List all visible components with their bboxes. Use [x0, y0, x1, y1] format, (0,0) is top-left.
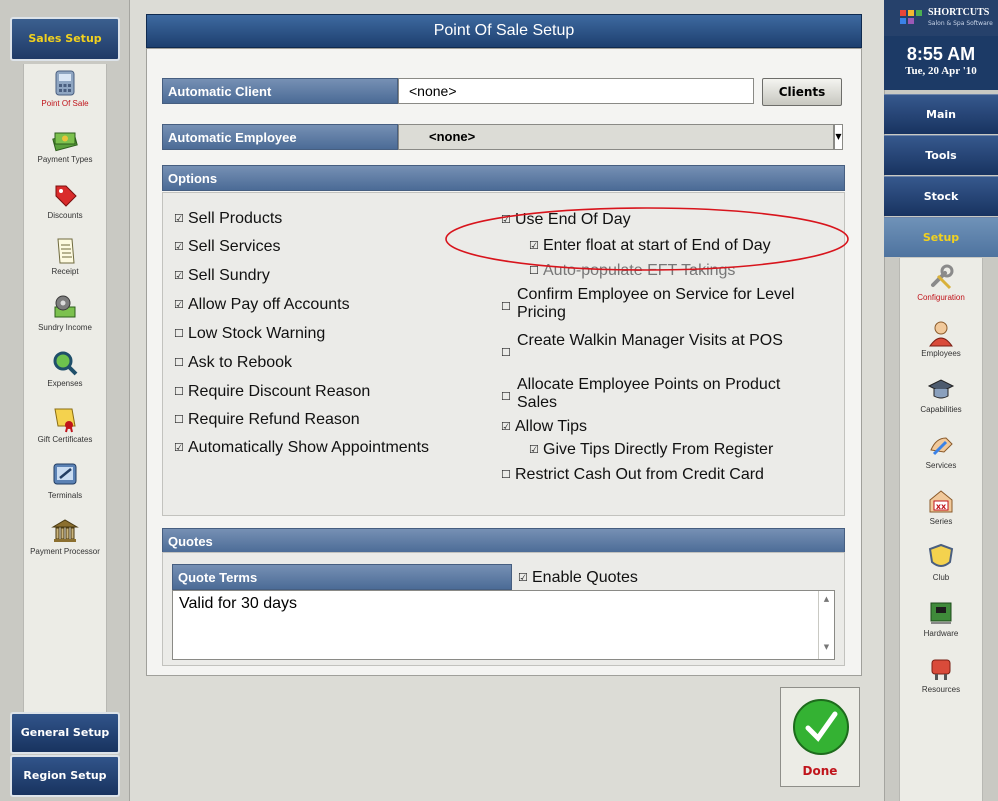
option-restrict-cash-out-from-credit-card[interactable]: ☐ Restrict Cash Out from Credit Card [501, 466, 764, 484]
option-confirm-employee-on-service[interactable]: ☐ Confirm Employee on Service for Level P… [501, 286, 801, 322]
series-xx-icon: xx [929, 490, 953, 513]
bank-icon [51, 519, 79, 542]
quote-terms-textarea[interactable]: Valid for 30 days [172, 590, 835, 660]
nav-item-capabilities[interactable]: Capabilities [899, 374, 983, 430]
option-allow-pay-off-accounts[interactable]: ☑ Allow Pay off Accounts [174, 296, 350, 314]
checkbox-checked-icon: ☑ [174, 442, 184, 454]
nav-item-sundry-income[interactable]: Sundry Income [23, 292, 107, 348]
circuit-board-icon [930, 602, 952, 624]
nav-item-terminals[interactable]: Terminals [23, 460, 107, 516]
option-sell-products[interactable]: ☑ Sell Products [174, 210, 282, 228]
done-button[interactable]: Done [780, 687, 860, 787]
nav-item-payment-processor[interactable]: Payment Processor [23, 516, 107, 572]
money-stack-icon [52, 132, 78, 152]
annotation-ellipse [445, 207, 849, 271]
checkbox-unchecked-icon: ☐ [501, 301, 511, 313]
nav-item-employees[interactable]: Employees [899, 318, 983, 374]
sales-setup-label: Sales Setup [28, 32, 102, 45]
checkbox-checked-icon: ☑ [174, 270, 184, 282]
option-sell-services[interactable]: ☑ Sell Services [174, 238, 280, 256]
region-setup-button[interactable]: Region Setup [10, 755, 120, 797]
nav-item-discounts[interactable]: Discounts [23, 180, 107, 236]
magnifier-money-icon [53, 351, 78, 376]
nav-item-point-of-sale[interactable]: Point Of Sale [23, 68, 107, 124]
menu-main[interactable]: Main [884, 94, 998, 134]
price-tag-icon [55, 185, 77, 207]
menu-setup[interactable]: Setup [884, 217, 998, 257]
wrench-icon [931, 264, 954, 290]
terminal-edit-icon [53, 463, 77, 485]
option-ask-to-rebook[interactable]: ☐ Ask to Rebook [174, 354, 292, 372]
nav-item-expenses[interactable]: Expenses [23, 348, 107, 404]
gears-money-icon [54, 295, 76, 318]
checkbox-checked-icon: ☑ [518, 572, 528, 584]
receipt-icon [57, 238, 75, 264]
brand-logo: SHORTCUTS Salon & Spa Software [884, 0, 998, 36]
option-give-tips-directly-from-register[interactable]: ☑ Give Tips Directly From Register [529, 441, 773, 459]
checkbox-checked-icon: ☑ [174, 213, 184, 225]
option-automatically-show-appointments[interactable]: ☑ Automatically Show Appointments [174, 439, 429, 457]
checkbox-unchecked-icon: ☐ [174, 357, 184, 369]
checkbox-unchecked-icon: ☐ [174, 414, 184, 426]
option-allow-tips[interactable]: ☑ Allow Tips [501, 418, 587, 436]
nav-item-services[interactable]: Services [899, 430, 983, 486]
dropdown-arrow-icon[interactable]: ▼ [834, 124, 843, 150]
option-require-refund-reason[interactable]: ☐ Require Refund Reason [174, 411, 360, 429]
checkbox-unchecked-icon: ☐ [174, 386, 184, 398]
shield-icon [928, 543, 954, 567]
gift-certificate-icon [54, 408, 76, 433]
checkbox-unchecked-icon: ☐ [174, 328, 184, 340]
nav-item-receipt[interactable]: Receipt [23, 236, 107, 292]
graduation-cap-icon [927, 379, 955, 399]
enable-quotes-checkbox[interactable]: ☑ Enable Quotes [518, 569, 638, 587]
checkbox-checked-icon: ☑ [529, 444, 539, 456]
clients-button[interactable]: Clients [762, 78, 842, 106]
options-header: Options [162, 165, 845, 191]
nav-item-club[interactable]: Club [899, 542, 983, 598]
page-title: Point Of Sale Setup [146, 14, 862, 48]
svg-text:xx: xx [936, 502, 947, 511]
checkbox-checked-icon: ☑ [174, 299, 184, 311]
hand-service-icon [930, 437, 953, 456]
checkbox-checked-icon: ☑ [174, 241, 184, 253]
option-create-walkin-manager-visits[interactable]: ☐ Create Walkin Manager Visits at POS [501, 332, 801, 359]
checkbox-checked-icon: ☑ [501, 421, 511, 433]
brand-logo-icon [900, 10, 922, 24]
menu-tools[interactable]: Tools [884, 135, 998, 175]
done-label: Done [802, 764, 838, 778]
automatic-client-label: Automatic Client [162, 78, 398, 104]
scroll-up-icon[interactable]: ▲ [819, 595, 834, 603]
clock-date: Tue, 20 Apr '10 [905, 65, 977, 77]
automatic-client-field[interactable]: <none> [398, 78, 754, 104]
checkbox-unchecked-icon: ☐ [501, 469, 511, 481]
nav-item-hardware[interactable]: Hardware [899, 598, 983, 654]
scroll-down-icon[interactable]: ▼ [819, 643, 834, 651]
option-sell-sundry[interactable]: ☑ Sell Sundry [174, 267, 270, 285]
quote-terms-label: Quote Terms [172, 564, 512, 590]
menu-stock[interactable]: Stock [884, 176, 998, 216]
option-low-stock-warning[interactable]: ☐ Low Stock Warning [174, 325, 325, 343]
checkbox-unchecked-icon: ☐ [501, 391, 511, 403]
quote-terms-scrollbar[interactable]: ▲ ▼ [818, 591, 834, 659]
nav-item-series[interactable]: xx Series [899, 486, 983, 542]
automatic-employee-label: Automatic Employee [162, 124, 398, 150]
option-require-discount-reason[interactable]: ☐ Require Discount Reason [174, 383, 370, 401]
person-icon [929, 321, 953, 347]
nav-item-resources[interactable]: Resources [899, 654, 983, 710]
nav-item-configuration[interactable]: Configuration [899, 262, 983, 318]
automatic-employee-select[interactable]: <none> [398, 124, 834, 150]
pos-terminal-icon [55, 70, 75, 96]
resources-icon [931, 659, 951, 680]
nav-item-payment-types[interactable]: Payment Types [23, 124, 107, 180]
general-setup-button[interactable]: General Setup [10, 712, 120, 754]
sales-setup-button[interactable]: Sales Setup [10, 17, 120, 61]
checkmark-icon [793, 699, 849, 755]
option-allocate-employee-points[interactable]: ☐ Allocate Employee Points on Product Sal… [501, 376, 801, 412]
nav-item-gift-certificates[interactable]: Gift Certificates [23, 404, 107, 460]
clock-time: 8:55 AM [906, 44, 976, 64]
checkbox-unchecked-icon: ☐ [501, 347, 511, 359]
clock: 8:55 AM Tue, 20 Apr '10 [884, 36, 998, 90]
quotes-header: Quotes [162, 528, 845, 554]
